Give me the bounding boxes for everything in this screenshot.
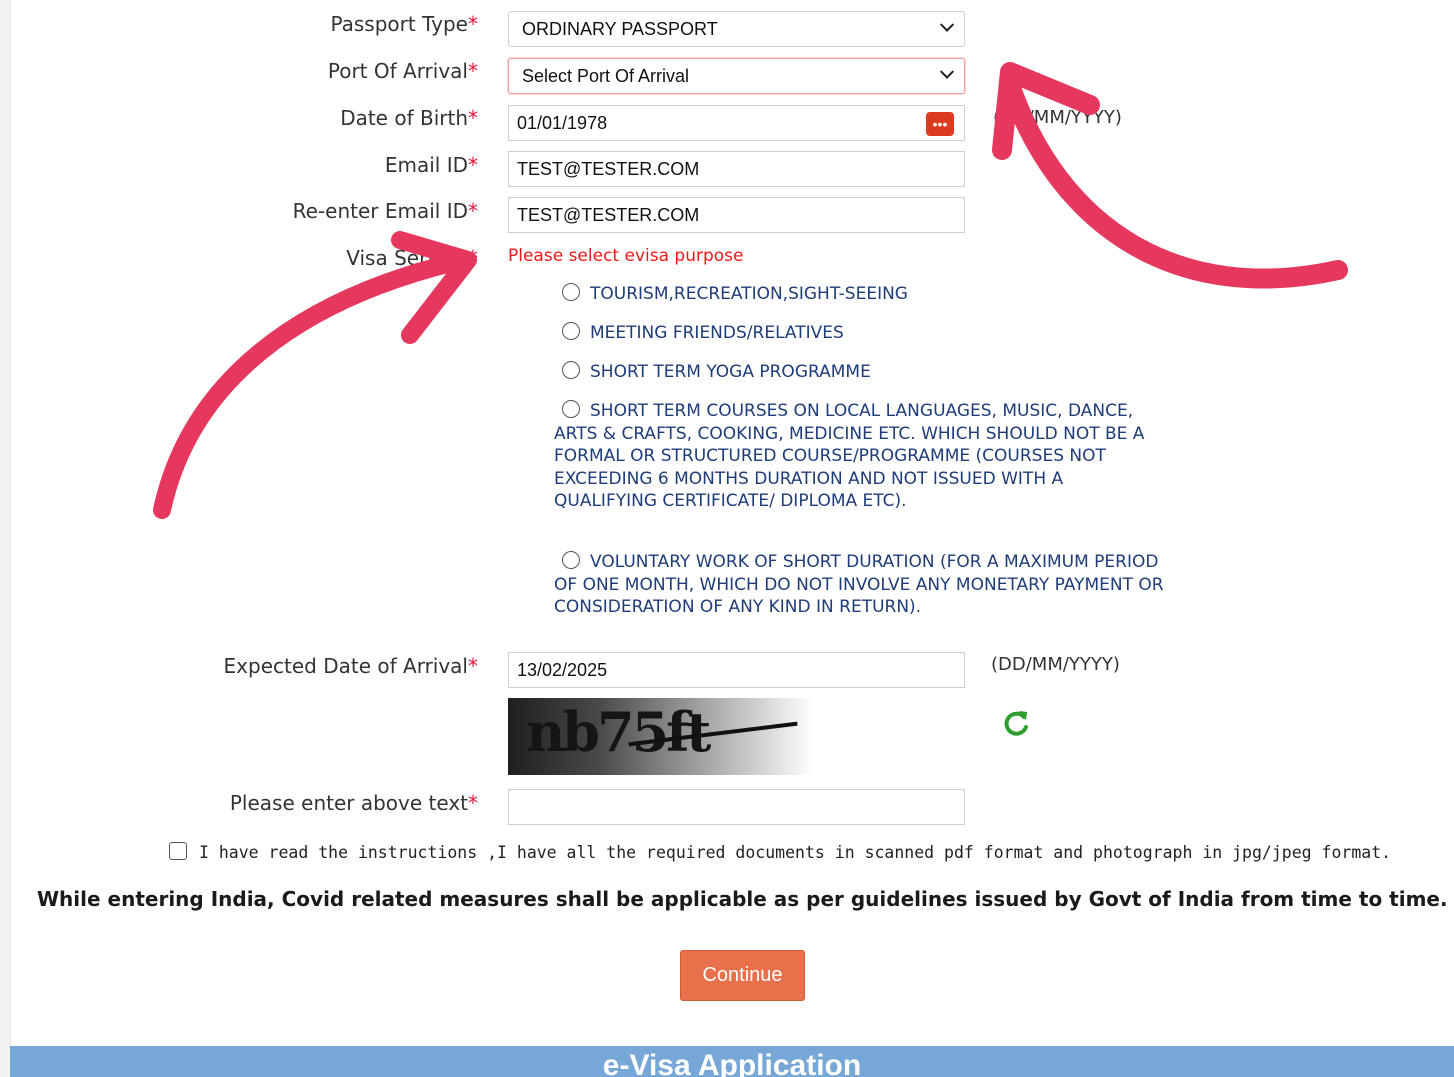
calendar-icon[interactable]: ••• bbox=[926, 112, 954, 136]
visa-option-voluntary-work[interactable]: VOLUNTARY WORK OF SHORT DURATION (FOR A … bbox=[554, 551, 1164, 619]
expected-arrival-value: 13/02/2025 bbox=[517, 659, 608, 680]
declaration-checkbox[interactable] bbox=[169, 842, 187, 860]
chevron-down-icon bbox=[939, 64, 955, 79]
email-value: TEST@TESTER.COM bbox=[517, 158, 700, 179]
option-label: SHORT TERM YOGA PROGRAMME bbox=[590, 362, 871, 382]
expected-arrival-input[interactable]: 13/02/2025 bbox=[508, 652, 965, 688]
option-label: VOLUNTARY WORK OF SHORT DURATION (FOR A … bbox=[554, 552, 1164, 617]
captcha-text: nb75ft bbox=[526, 700, 711, 764]
footer-banner: e-Visa Application bbox=[10, 1046, 1454, 1077]
visa-option-short-courses[interactable]: SHORT TERM COURSES ON LOCAL LANGUAGES, M… bbox=[554, 400, 1164, 513]
passport-type-label: Passport Type* bbox=[330, 12, 478, 36]
port-of-arrival-label: Port Of Arrival* bbox=[327, 59, 478, 83]
chevron-down-icon bbox=[939, 17, 955, 32]
radio-button[interactable] bbox=[562, 283, 580, 301]
expected-arrival-label: Expected Date of Arrival* bbox=[223, 654, 478, 678]
visa-option-meeting-friends[interactable]: MEETING FRIENDS/RELATIVES bbox=[554, 322, 1164, 345]
date-of-birth-label: Date of Birth* bbox=[340, 106, 478, 130]
email-confirm-label: Re-enter Email ID* bbox=[292, 199, 478, 223]
visa-option-yoga[interactable]: SHORT TERM YOGA PROGRAMME bbox=[554, 361, 1164, 384]
refresh-icon[interactable] bbox=[999, 707, 1033, 741]
option-label: SHORT TERM COURSES ON LOCAL LANGUAGES, M… bbox=[554, 401, 1145, 511]
email-field[interactable]: TEST@TESTER.COM bbox=[508, 151, 965, 187]
visa-option-tourism[interactable]: TOURISM,RECREATION,SIGHT-SEEING bbox=[554, 283, 1164, 306]
option-label: TOURISM,RECREATION,SIGHT-SEEING bbox=[590, 284, 908, 304]
email-confirm-value: TEST@TESTER.COM bbox=[517, 204, 700, 225]
passport-type-select[interactable]: ORDINARY PASSPORT bbox=[508, 11, 965, 47]
date-of-birth-format-hint: (DD/MM/YYYY) bbox=[993, 107, 1122, 128]
date-of-birth-input[interactable]: 01/01/1978 ••• bbox=[508, 105, 965, 141]
port-of-arrival-select[interactable]: Select Port Of Arrival bbox=[508, 58, 965, 94]
radio-button[interactable] bbox=[562, 400, 580, 418]
declaration-text: I have read the instructions ,I have all… bbox=[199, 843, 1392, 862]
visa-service-label: Visa Service* bbox=[346, 246, 478, 270]
radio-button[interactable] bbox=[562, 361, 580, 379]
captcha-image: nb75ft bbox=[508, 698, 814, 775]
date-of-birth-value: 01/01/1978 bbox=[517, 112, 608, 133]
email-confirm-field[interactable]: TEST@TESTER.COM bbox=[508, 197, 965, 233]
radio-button[interactable] bbox=[562, 322, 580, 340]
radio-button[interactable] bbox=[562, 551, 580, 569]
email-label: Email ID* bbox=[384, 153, 478, 177]
captcha-input[interactable] bbox=[508, 789, 965, 825]
passport-type-value: ORDINARY PASSPORT bbox=[522, 18, 718, 39]
captcha-input-label: Please enter above text* bbox=[229, 791, 478, 815]
covid-notice: While entering India, Covid related meas… bbox=[37, 887, 1448, 911]
port-of-arrival-value: Select Port Of Arrival bbox=[522, 65, 690, 86]
expected-arrival-format-hint: (DD/MM/YYYY) bbox=[991, 654, 1120, 675]
option-label: MEETING FRIENDS/RELATIVES bbox=[590, 323, 844, 343]
footer-title: e-Visa Application bbox=[602, 1049, 862, 1077]
continue-button[interactable]: Continue bbox=[680, 950, 805, 1001]
visa-service-error: Please select evisa purpose bbox=[508, 246, 744, 266]
